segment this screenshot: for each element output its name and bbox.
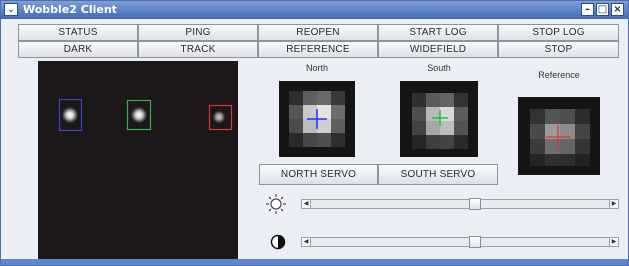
brightness-icon	[265, 193, 287, 215]
widefield-button[interactable]: WIDEFIELD	[378, 41, 498, 58]
star-red	[212, 110, 226, 124]
reference-image	[518, 97, 600, 175]
north-image	[279, 81, 355, 157]
contrast-slider[interactable]: ◀ ▶	[301, 236, 619, 248]
contrast-slider-thumb[interactable]	[469, 236, 482, 248]
south-thumbnail	[400, 81, 478, 157]
brightness-slider[interactable]: ◀ ▶	[301, 198, 619, 210]
camera-view[interactable]	[38, 61, 238, 260]
reference-label: Reference	[538, 70, 580, 80]
title-bar: ⌄ Wobble2 Client – □ ×	[1, 1, 628, 19]
north-label: North	[305, 63, 328, 73]
contrast-right-arrow-icon[interactable]: ▶	[609, 237, 619, 247]
reference-button[interactable]: REFERENCE	[258, 41, 378, 58]
south-label: South	[427, 63, 451, 73]
south-servo-button[interactable]: SOUTH SERVO	[378, 164, 498, 185]
brightness-slider-thumb[interactable]	[469, 198, 482, 210]
maximize-icon[interactable]: □	[596, 3, 609, 16]
stop-button[interactable]: STOP	[498, 41, 619, 58]
brightness-left-arrow-icon[interactable]: ◀	[301, 199, 311, 209]
contrast-icon	[270, 234, 286, 250]
reference-thumbnail	[518, 97, 600, 175]
south-image	[400, 81, 478, 157]
window-title: Wobble2 Client	[23, 3, 117, 16]
reopen-button[interactable]: REOPEN	[258, 24, 378, 41]
brightness-right-arrow-icon[interactable]: ▶	[609, 199, 619, 209]
camera-image	[58, 98, 233, 132]
status-button[interactable]: STATUS	[18, 24, 138, 41]
contrast-left-arrow-icon[interactable]: ◀	[301, 237, 311, 247]
window-bottom-border	[1, 259, 628, 265]
star-blue	[61, 106, 79, 124]
app-window: ⌄ Wobble2 Client – □ × STATUS PING REOPE…	[0, 0, 629, 266]
window-menu-icon[interactable]: ⌄	[4, 3, 18, 16]
dark-button[interactable]: DARK	[18, 41, 138, 58]
stop-log-button[interactable]: STOP LOG	[498, 24, 619, 41]
minimize-icon[interactable]: –	[581, 3, 594, 16]
close-icon[interactable]: ×	[611, 3, 624, 16]
north-thumbnail	[279, 81, 355, 157]
track-button[interactable]: TRACK	[138, 41, 258, 58]
north-servo-button[interactable]: NORTH SERVO	[259, 164, 378, 185]
start-log-button[interactable]: START LOG	[378, 24, 498, 41]
star-green	[130, 106, 148, 124]
ping-button[interactable]: PING	[138, 24, 258, 41]
